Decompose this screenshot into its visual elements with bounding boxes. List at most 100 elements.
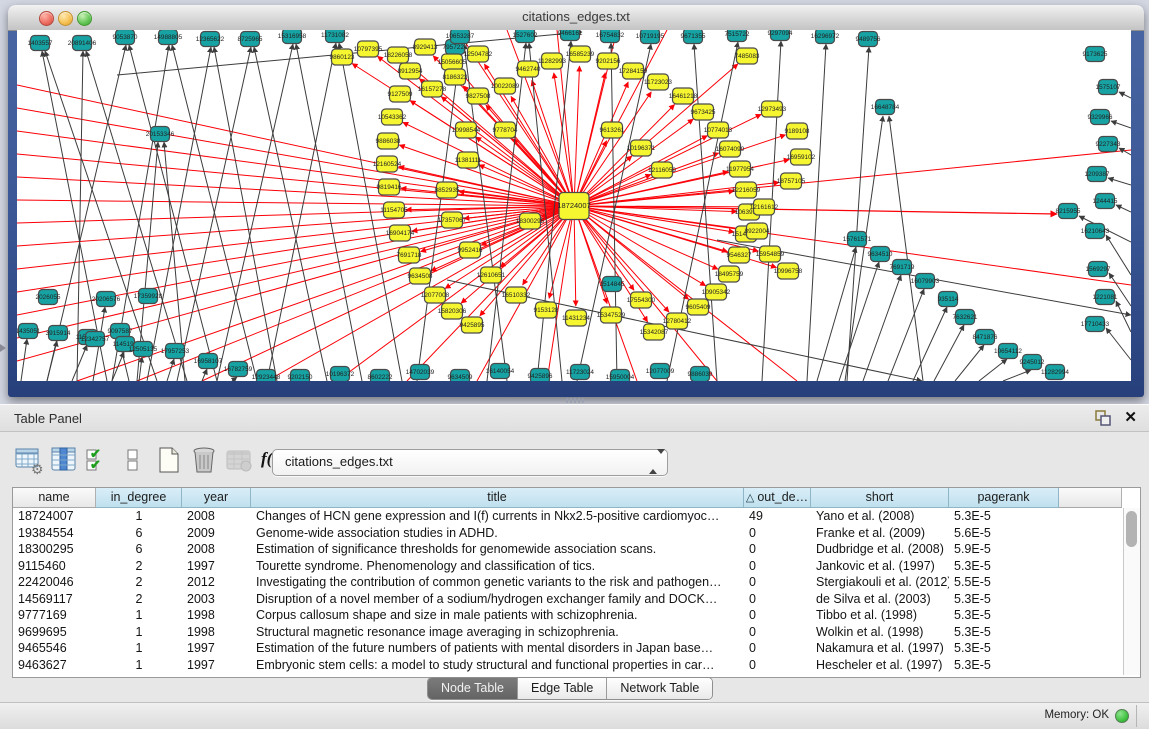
cell: 5.3E-5 xyxy=(949,657,1059,674)
table-row[interactable]: 1872400712008Changes of HCN gene express… xyxy=(13,508,1122,525)
tab-node-table[interactable]: Node Table xyxy=(428,678,518,699)
cell: 1997 xyxy=(182,558,251,575)
svg-text:10774013: 10774013 xyxy=(704,127,733,134)
svg-text:12365622: 12365622 xyxy=(196,36,225,43)
column-header-in_degree[interactable]: in_degree xyxy=(96,488,182,508)
svg-text:10196372: 10196372 xyxy=(326,371,355,378)
svg-text:9297094: 9297094 xyxy=(768,30,793,37)
tab-network-table[interactable]: Network Table xyxy=(607,678,712,699)
column-header-title[interactable]: title xyxy=(251,488,744,508)
svg-text:10653287: 10653287 xyxy=(446,33,475,40)
table-row[interactable]: 1938455462009Genome-wide association stu… xyxy=(13,525,1122,542)
cell: 9699695 xyxy=(13,624,96,641)
svg-text:✔: ✔ xyxy=(90,457,101,472)
svg-text:1244415: 1244415 xyxy=(1093,198,1118,205)
panel-splitter-grip[interactable] xyxy=(566,398,584,403)
new-table-icon[interactable] xyxy=(154,445,184,475)
window-titlebar[interactable]: citations_edges.txt xyxy=(8,5,1144,31)
delete-table-icon[interactable] xyxy=(189,445,219,475)
svg-text:11282993: 11282993 xyxy=(538,58,566,65)
network-graph-canvas[interactable]: 1403557208914069053870149888051236562287… xyxy=(17,30,1131,381)
svg-text:9053870: 9053870 xyxy=(113,34,138,41)
collapsed-panel-arrow-icon[interactable] xyxy=(0,344,6,352)
table-body: 1872400712008Changes of HCN gene express… xyxy=(13,508,1122,675)
svg-text:17359928: 17359928 xyxy=(134,293,163,300)
svg-text:935114: 935114 xyxy=(938,296,959,303)
svg-text:10998544: 10998544 xyxy=(452,127,481,134)
cell: 2 xyxy=(96,591,182,608)
svg-text:9860123: 9860123 xyxy=(330,54,355,61)
svg-text:9202156: 9202156 xyxy=(596,58,621,65)
table-row[interactable]: 1830029562008Estimation of significance … xyxy=(13,541,1122,558)
cell: 49 xyxy=(744,508,811,525)
svg-text:10719195: 10719195 xyxy=(636,33,665,40)
svg-text:12342757: 12342757 xyxy=(81,336,110,343)
cell: 0 xyxy=(744,591,811,608)
memory-ok-indicator-icon[interactable] xyxy=(1115,709,1129,723)
svg-text:17554300: 17554300 xyxy=(627,297,656,304)
svg-text:10543362: 10543362 xyxy=(378,114,407,121)
svg-text:16074099: 16074099 xyxy=(716,146,745,153)
table-vertical-scrollbar[interactable] xyxy=(1123,508,1140,675)
cell: 0 xyxy=(744,624,811,641)
import-table-icon-disabled[interactable] xyxy=(224,445,254,475)
select-all-icon[interactable]: ✔✔ xyxy=(84,445,114,475)
svg-text:1435051: 1435051 xyxy=(17,328,41,335)
svg-text:20206576: 20206576 xyxy=(92,296,121,303)
cell xyxy=(1059,525,1122,542)
column-header-name[interactable]: name xyxy=(13,488,96,508)
cell: 5.3E-5 xyxy=(949,508,1059,525)
svg-text:9173625: 9173625 xyxy=(1083,51,1108,58)
svg-text:11731082: 11731082 xyxy=(321,32,349,39)
column-header-pagerank[interactable]: pagerank xyxy=(949,488,1059,508)
table-selector-dropdown[interactable]: citations_edges.txt xyxy=(272,449,668,476)
table-row[interactable]: 977716911998Corpus callosum shape and si… xyxy=(13,607,1122,624)
cell: Structural magnetic resonance image aver… xyxy=(251,624,744,641)
cell: Genome-wide association studies in ADHD. xyxy=(251,525,744,542)
clear-selection-icon[interactable] xyxy=(119,445,149,475)
svg-text:8215955: 8215955 xyxy=(1056,208,1081,215)
table-panel-header: Table Panel ✕ xyxy=(0,405,1149,432)
tab-edge-table[interactable]: Edge Table xyxy=(518,678,607,699)
cell: Estimation of significance thresholds fo… xyxy=(251,541,744,558)
cell: 1 xyxy=(96,640,182,657)
float-panel-icon[interactable] xyxy=(1095,410,1111,426)
svg-text:7485083: 7485083 xyxy=(735,53,760,60)
svg-text:10905342: 10905342 xyxy=(702,289,731,296)
column-header-year[interactable]: year xyxy=(182,488,251,508)
cell: 5.3E-5 xyxy=(949,640,1059,657)
table-row[interactable]: 1456911722003Disruption of a novel membe… xyxy=(13,591,1122,608)
svg-text:11977954: 11977954 xyxy=(726,166,754,173)
cell: 0 xyxy=(744,607,811,624)
table-settings-icon[interactable]: ⚙ xyxy=(14,445,44,475)
cell: Tourette syndrome. Phenomenology and cla… xyxy=(251,558,744,575)
cell: 9465546 xyxy=(13,640,96,657)
cell: 1998 xyxy=(182,607,251,624)
column-header-short[interactable]: short xyxy=(811,488,949,508)
svg-text:15820306: 15820306 xyxy=(438,308,467,315)
cell: Disruption of a novel member of a sodium… xyxy=(251,591,744,608)
table-row[interactable]: 946554611997Estimation of the future num… xyxy=(13,640,1122,657)
show-column-icon[interactable] xyxy=(49,445,79,475)
table-row[interactable]: 946362711997Embryonic stem cells: a mode… xyxy=(13,657,1122,674)
svg-text:20153346: 20153346 xyxy=(146,131,175,138)
status-bar: Memory: OK xyxy=(0,702,1149,729)
cell: 9777169 xyxy=(13,607,96,624)
close-panel-icon[interactable]: ✕ xyxy=(1124,408,1137,426)
cell: Yano et al. (2008) xyxy=(811,508,949,525)
table-toolbar: ⚙✔✔f(x) xyxy=(14,445,294,481)
column-header-out_de…[interactable]: △out_de… xyxy=(744,488,811,508)
svg-text:12160524: 12160524 xyxy=(373,161,402,168)
svg-text:1527602: 1527602 xyxy=(513,32,538,39)
table-row[interactable]: 2242004622012Investigating the contribut… xyxy=(13,574,1122,591)
scrollbar-thumb[interactable] xyxy=(1126,511,1137,547)
cell: 1997 xyxy=(182,657,251,674)
cell: 0 xyxy=(744,558,811,575)
svg-text:1403557: 1403557 xyxy=(28,40,53,47)
cell: 22420046 xyxy=(13,574,96,591)
table-row[interactable]: 911546021997Tourette syndrome. Phenomeno… xyxy=(13,558,1122,575)
svg-text:18757105: 18757105 xyxy=(777,178,806,185)
table-row[interactable]: 969969511998Structural magnetic resonanc… xyxy=(13,624,1122,641)
cell xyxy=(1059,624,1122,641)
cell: 1 xyxy=(96,607,182,624)
